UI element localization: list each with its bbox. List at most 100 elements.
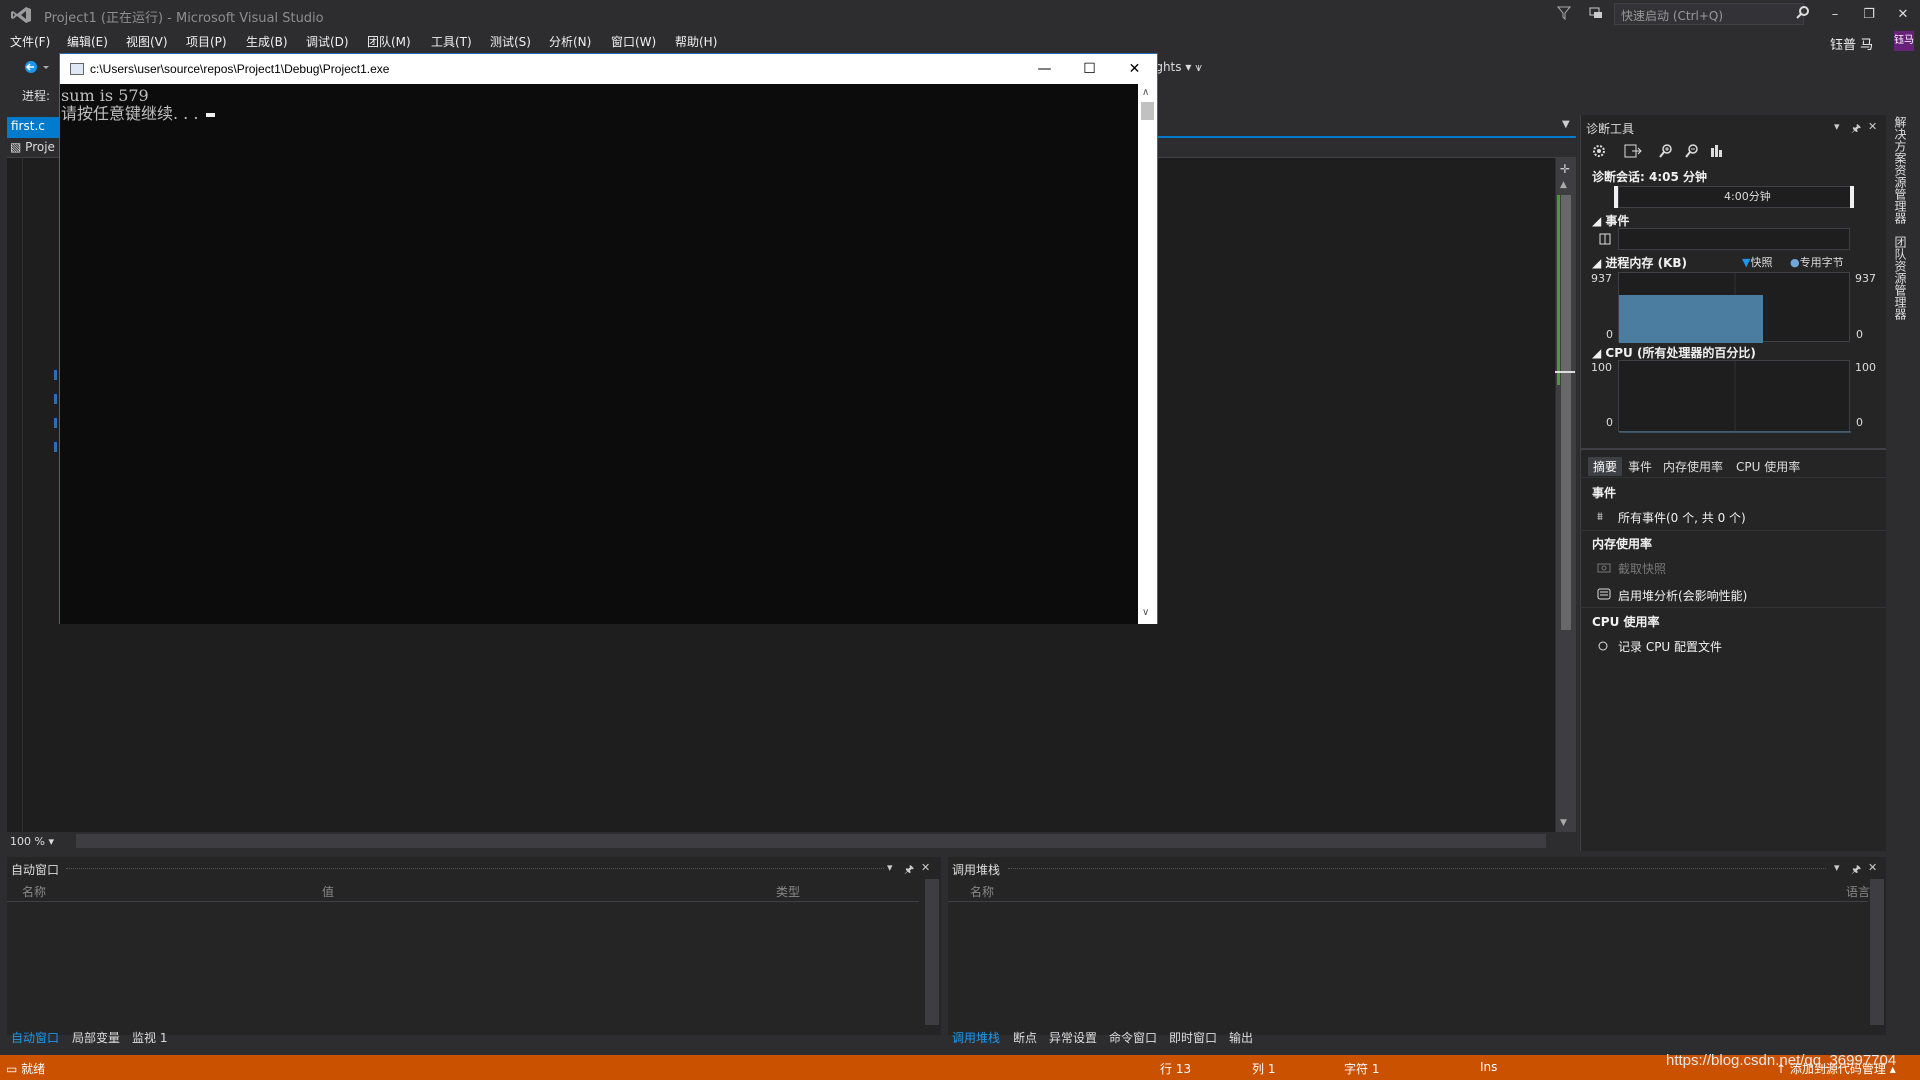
autos-column-value[interactable]: 值	[322, 883, 334, 900]
call-stack-title: 调用堆栈	[952, 863, 1001, 877]
minimize-button[interactable]: –	[1818, 0, 1852, 28]
zoom-in-icon[interactable]	[1658, 143, 1674, 159]
tab-memory-usage[interactable]: 内存使用率	[1658, 457, 1728, 476]
scroll-down-icon[interactable]: ∨	[1142, 607, 1149, 618]
editor-horizontal-scrollbar[interactable]	[76, 834, 1546, 848]
close-icon[interactable]: ✕	[1868, 120, 1877, 133]
avatar[interactable]: 钰马	[1894, 31, 1914, 51]
events-section-title[interactable]: ◢ 事件	[1592, 212, 1629, 229]
all-events-link[interactable]: 所有事件(0 个, 共 0 个)	[1618, 509, 1746, 526]
tab-autos[interactable]: 自动窗口	[11, 1029, 59, 1046]
menu-build[interactable]: 生成(B)	[246, 33, 288, 50]
navigate-back-icon[interactable]	[24, 60, 50, 74]
scroll-up-icon[interactable]: ▲	[1560, 180, 1567, 190]
autos-column-name[interactable]: 名称	[22, 883, 46, 900]
watermark: https://blog.csdn.net/qq_36997704	[1666, 1052, 1897, 1069]
memory-section-title[interactable]: ◢ 进程内存 (KB)	[1592, 254, 1687, 271]
console-maximize-button[interactable]: ☐	[1067, 54, 1112, 84]
menu-window[interactable]: 窗口(W)	[611, 33, 656, 50]
panel-grip[interactable]	[66, 868, 884, 870]
close-button[interactable]: ✕	[1886, 0, 1920, 28]
zoom-level-dropdown[interactable]: 100 % ▾	[10, 835, 54, 848]
feedback-icon[interactable]	[1588, 5, 1604, 21]
tab-call-stack[interactable]: 调用堆栈	[952, 1029, 1000, 1046]
menu-help[interactable]: 帮助(H)	[675, 33, 717, 50]
chevron-down-icon[interactable]: ▾	[887, 861, 893, 874]
restore-button[interactable]: ❐	[1852, 0, 1886, 28]
tab-command-window[interactable]: 命令窗口	[1109, 1029, 1157, 1046]
user-name[interactable]: 钰普 马	[1830, 34, 1873, 53]
pin-icon[interactable]: 🖈	[904, 861, 914, 880]
events-track[interactable]	[1618, 228, 1850, 250]
panel-grip[interactable]	[1008, 868, 1826, 870]
tab-locals[interactable]: 局部变量	[72, 1029, 120, 1046]
search-icon[interactable]	[1796, 5, 1810, 19]
console-title-bar[interactable]: c:\Users\user\source\repos\Project1\Debu…	[60, 54, 1157, 84]
timeline-start-handle[interactable]	[1614, 186, 1618, 208]
divider	[1580, 607, 1886, 608]
call-stack-column-language[interactable]: 语言	[1846, 883, 1870, 900]
autos-column-type[interactable]: 类型	[776, 883, 800, 900]
call-stack-column-name[interactable]: 名称	[970, 883, 994, 900]
tab-summary[interactable]: 摘要	[1588, 457, 1623, 476]
menu-bar: 文件(F) 编辑(E) 视图(V) 项目(P) 生成(B) 调试(D) 团队(M…	[0, 30, 1920, 52]
filter-icon[interactable]	[1556, 5, 1572, 21]
take-snapshot-button[interactable]: 截取快照	[1618, 560, 1666, 577]
cpu-section-title[interactable]: ◢ CPU (所有处理器的百分比)	[1592, 344, 1756, 361]
tab-events[interactable]: 事件	[1623, 457, 1657, 476]
menu-project[interactable]: 项目(P)	[186, 33, 227, 50]
scroll-down-icon[interactable]: ▼	[1560, 818, 1567, 828]
export-icon[interactable]	[1624, 143, 1642, 159]
diagnostics-splitter[interactable]	[1580, 448, 1886, 450]
timeline-end-handle[interactable]	[1850, 186, 1854, 208]
heap-analysis-toggle[interactable]: 启用堆分析(会影响性能)	[1618, 587, 1747, 604]
tab-immediate-window[interactable]: 即时窗口	[1169, 1029, 1217, 1046]
menu-edit[interactable]: 编辑(E)	[67, 33, 108, 50]
memory-chart[interactable]	[1618, 272, 1850, 343]
cpu-chart[interactable]	[1618, 360, 1851, 433]
menu-file[interactable]: 文件(F)	[10, 33, 50, 50]
quick-launch-input[interactable]: 快速启动 (Ctrl+Q)	[1614, 3, 1804, 25]
pin-icon[interactable]: 🖈	[1851, 120, 1861, 139]
autos-scrollbar[interactable]	[925, 879, 939, 1025]
zoom-out-icon[interactable]	[1684, 143, 1700, 159]
reset-zoom-icon[interactable]	[1709, 143, 1725, 159]
menu-tools[interactable]: 工具(T)	[431, 33, 472, 50]
status-line: 行 13	[1160, 1062, 1192, 1076]
console-minimize-button[interactable]: —	[1022, 54, 1067, 84]
menu-analyze[interactable]: 分析(N)	[549, 33, 591, 50]
pin-icon[interactable]: 🖈	[1851, 861, 1861, 880]
chevron-down-icon[interactable]: ▾	[1834, 861, 1840, 874]
tab-first-c[interactable]: first.c	[7, 117, 59, 136]
nav-project-dropdown[interactable]: ▧ Proje	[10, 140, 55, 154]
tab-breakpoints[interactable]: 断点	[1013, 1029, 1037, 1046]
console-window[interactable]: c:\Users\user\source\repos\Project1\Debu…	[59, 53, 1158, 624]
scrollbar-thumb[interactable]	[1561, 195, 1571, 630]
menu-test[interactable]: 测试(S)	[490, 33, 531, 50]
call-stack-scrollbar[interactable]	[1870, 879, 1884, 1025]
menu-team[interactable]: 团队(M)	[367, 33, 411, 50]
tab-solution-explorer[interactable]: 解决方案资源管理器	[1892, 116, 1909, 224]
tab-team-explorer[interactable]: 团队资源管理器	[1892, 236, 1909, 320]
console-close-button[interactable]: ✕	[1112, 54, 1157, 84]
console-scrollbar-thumb[interactable]	[1141, 102, 1154, 120]
console-output[interactable]: sum is 579 请按任意键继续. . .	[60, 84, 1138, 624]
insights-button[interactable]: ights ▾ ⩛	[1152, 60, 1202, 75]
chevron-down-icon[interactable]: ▾	[1834, 120, 1840, 133]
tab-label: first.c	[11, 119, 45, 133]
scroll-up-icon[interactable]: ∧	[1142, 87, 1149, 98]
tab-output[interactable]: 输出	[1229, 1029, 1253, 1046]
record-cpu-profile-button[interactable]: 记录 CPU 配置文件	[1618, 638, 1722, 655]
split-window-icon[interactable]: ✛	[1560, 162, 1570, 176]
menu-debug[interactable]: 调试(D)	[306, 33, 349, 50]
gear-icon[interactable]	[1591, 143, 1607, 159]
tab-cpu-usage[interactable]: CPU 使用率	[1731, 457, 1805, 476]
menu-view[interactable]: 视图(V)	[126, 33, 168, 50]
tab-watch-1[interactable]: 监视 1	[132, 1029, 167, 1046]
console-scrollbar[interactable]	[1138, 84, 1157, 624]
tab-dropdown-icon[interactable]: ▼	[1562, 119, 1570, 130]
close-icon[interactable]: ✕	[1868, 861, 1877, 874]
tab-exception-settings[interactable]: 异常设置	[1049, 1029, 1097, 1046]
close-icon[interactable]: ✕	[921, 861, 930, 874]
pause-icon[interactable]	[1599, 233, 1611, 245]
